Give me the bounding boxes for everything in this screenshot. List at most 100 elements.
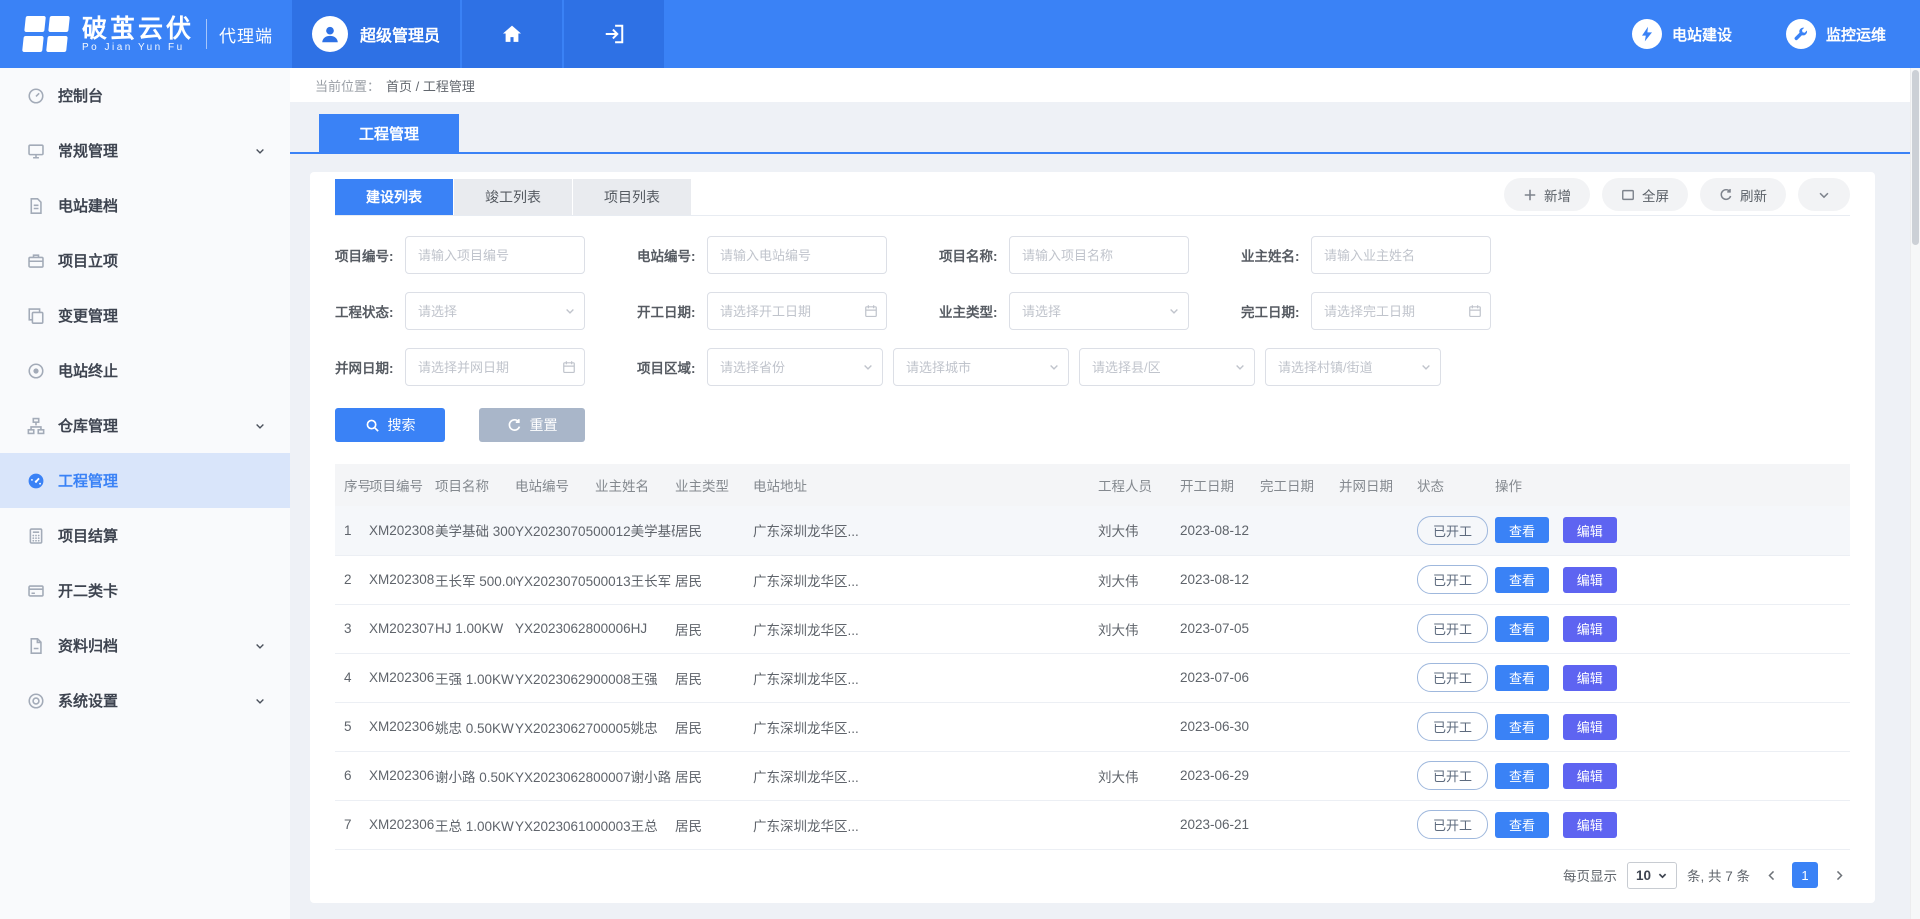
- edit-button[interactable]: 编辑: [1563, 616, 1617, 642]
- page-number[interactable]: 1: [1792, 862, 1818, 888]
- home-button[interactable]: [462, 0, 562, 68]
- edit-button[interactable]: 编辑: [1563, 517, 1617, 543]
- text-field[interactable]: [405, 236, 585, 274]
- date-field[interactable]: [1311, 292, 1491, 330]
- refresh-button[interactable]: 刷新: [1700, 178, 1786, 211]
- sidebar-item-engineering[interactable]: 工程管理: [0, 453, 290, 508]
- prev-page-button[interactable]: [1760, 862, 1782, 888]
- filter-group: 项目区域:: [637, 348, 1441, 386]
- select-field[interactable]: [1009, 292, 1189, 330]
- sidebar-item-copy[interactable]: 变更管理: [0, 288, 290, 343]
- date-field[interactable]: [707, 292, 887, 330]
- edit-button[interactable]: 编辑: [1563, 812, 1617, 838]
- cell-engineer: 刘大伟: [1098, 506, 1180, 555]
- cell-address: 广东深圳龙华区...: [753, 751, 1098, 800]
- topnav-bolt[interactable]: 电站建设: [1632, 19, 1732, 49]
- cell-station-owner: YX2023062800007谢小路: [515, 751, 675, 800]
- sidebar-item-stop[interactable]: 电站终止: [0, 343, 290, 398]
- table-row[interactable]: 3 XM2023070500... HJ 1.00KW YX2023062800…: [335, 604, 1850, 653]
- text-field[interactable]: [1009, 236, 1189, 274]
- status-badge: 已开工: [1417, 810, 1488, 839]
- region-select[interactable]: [893, 348, 1069, 386]
- text-field[interactable]: [707, 236, 887, 274]
- cell-project-no: XM2023062800...: [369, 751, 435, 800]
- text-field[interactable]: [1311, 236, 1491, 274]
- edit-button[interactable]: 编辑: [1563, 763, 1617, 789]
- reset-button[interactable]: 重置: [479, 408, 585, 442]
- page-tab-engineering[interactable]: 工程管理: [319, 114, 459, 152]
- cell-station-owner: YX2023070500012美学基础: [515, 506, 675, 555]
- chevron-down-icon: [254, 640, 266, 652]
- logout-button[interactable]: [564, 0, 664, 68]
- owner-name: 王强: [631, 672, 658, 687]
- cell-status: 已开工: [1417, 506, 1495, 555]
- cell-index: 3: [335, 604, 369, 653]
- sidebar-item-doc[interactable]: 电站建档: [0, 178, 290, 233]
- next-page-button[interactable]: [1828, 862, 1850, 888]
- tab-2[interactable]: 项目列表: [573, 179, 691, 215]
- breadcrumb-path[interactable]: 首页 / 工程管理: [386, 76, 475, 95]
- date-field[interactable]: [405, 348, 585, 386]
- filter-group: 并网日期:: [335, 348, 637, 386]
- avatar: [312, 16, 348, 52]
- cell-finish-date: [1260, 653, 1339, 702]
- region-select[interactable]: [1079, 348, 1255, 386]
- edit-button[interactable]: 编辑: [1563, 665, 1617, 691]
- cell-project-no: XM2023070500...: [369, 604, 435, 653]
- cell-start-date: 2023-07-06: [1180, 653, 1260, 702]
- owner-name: 王总: [631, 819, 658, 834]
- tab-1[interactable]: 竣工列表: [454, 179, 572, 215]
- cell-status: 已开工: [1417, 751, 1495, 800]
- select-field[interactable]: [405, 292, 585, 330]
- edit-button[interactable]: 编辑: [1563, 567, 1617, 593]
- breadcrumb-prefix: 当前位置：: [315, 76, 380, 95]
- column-header: 业主姓名: [595, 464, 675, 506]
- monitor-icon: [27, 142, 45, 160]
- region-select[interactable]: [707, 348, 883, 386]
- view-button[interactable]: 查看: [1495, 517, 1549, 543]
- region-select[interactable]: [1265, 348, 1441, 386]
- sidebar-item-monitor[interactable]: 常规管理: [0, 123, 290, 178]
- view-button[interactable]: 查看: [1495, 567, 1549, 593]
- home-icon: [501, 23, 523, 45]
- sidebar-item-card[interactable]: 开二类卡: [0, 563, 290, 618]
- vertical-scrollbar[interactable]: [1910, 68, 1920, 919]
- add-button[interactable]: 新增: [1504, 178, 1590, 211]
- fullscreen-button[interactable]: 全屏: [1602, 178, 1688, 211]
- filter-form: 项目编号: 电站编号: 项目名称: 业主姓名: 工程状态:: [335, 236, 1850, 386]
- cell-address: 广东深圳龙华区...: [753, 653, 1098, 702]
- tab-0[interactable]: 建设列表: [335, 179, 453, 215]
- table-row[interactable]: 6 XM2023062800... 谢小路 0.50KW YX202306280…: [335, 751, 1850, 800]
- edit-button[interactable]: 编辑: [1563, 714, 1617, 740]
- filter-label: 项目区域:: [637, 357, 707, 377]
- view-button[interactable]: 查看: [1495, 763, 1549, 789]
- sidebar-item-archive[interactable]: 资料归档: [0, 618, 290, 673]
- cell-station-owner: YX2023062900008王强: [515, 653, 675, 702]
- sidebar-item-briefcase[interactable]: 项目立项: [0, 233, 290, 288]
- filter-label: 项目编号:: [335, 245, 405, 265]
- view-button[interactable]: 查看: [1495, 665, 1549, 691]
- table-row[interactable]: 7 XM2023062100... 王总 1.00KW YX2023061000…: [335, 800, 1850, 849]
- scrollbar-thumb[interactable]: [1912, 70, 1919, 245]
- cell-project-name: 谢小路 0.50KW: [435, 751, 515, 800]
- topnav-wrench[interactable]: 监控运维: [1786, 19, 1886, 49]
- table-row[interactable]: 1 XM2023081200... 美学基础 300.00... YX20230…: [335, 506, 1850, 555]
- search-button[interactable]: 搜索: [335, 408, 445, 442]
- sidebar-item-warehouse[interactable]: 仓库管理: [0, 398, 290, 453]
- view-button[interactable]: 查看: [1495, 812, 1549, 838]
- user-menu[interactable]: 超级管理员: [292, 0, 460, 68]
- sidebar-item-console[interactable]: 控制台: [0, 68, 290, 123]
- per-page-select[interactable]: 10: [1627, 862, 1677, 889]
- table-header-row: 序号项目编号项目名称电站编号业主姓名业主类型电站地址工程人员开工日期完工日期并网…: [335, 464, 1850, 506]
- sidebar-item-calculator[interactable]: 项目结算: [0, 508, 290, 563]
- table-row[interactable]: 2 XM2023081200... 王长军 500.00KW YX2023070…: [335, 555, 1850, 604]
- view-button[interactable]: 查看: [1495, 714, 1549, 740]
- cell-finish-date: [1260, 751, 1339, 800]
- sidebar-item-settings[interactable]: 系统设置: [0, 673, 290, 728]
- console-icon: [27, 87, 45, 105]
- table-row[interactable]: 4 XM2023062900... 王强 1.00KW YX2023062900…: [335, 653, 1850, 702]
- view-button[interactable]: 查看: [1495, 616, 1549, 642]
- table-row[interactable]: 5 XM2023063000... 姚忠 0.50KW YX2023062700…: [335, 702, 1850, 751]
- brand-logo-icon: [22, 16, 72, 52]
- collapse-button[interactable]: [1798, 178, 1850, 211]
